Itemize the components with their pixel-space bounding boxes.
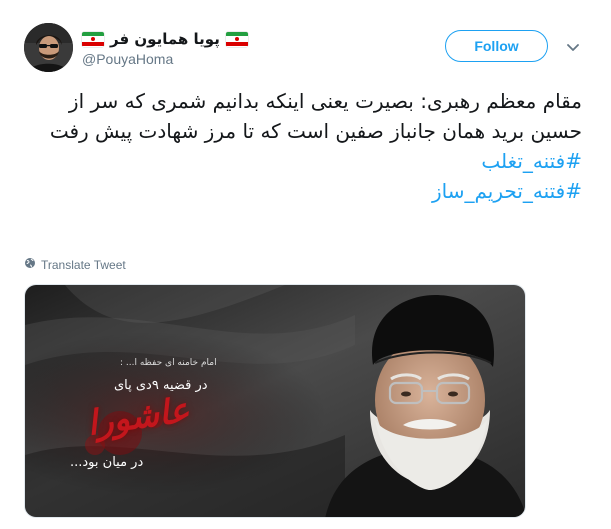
tweet-media-image[interactable]: امام خامنه ای حفظه ا... : در قضیه ۹دی پا… bbox=[24, 284, 526, 518]
tweet-body: مقام معظم رهبری: بصیرت یعنی اینکه بدانیم… bbox=[49, 89, 582, 143]
media-overlay-caption: امام خامنه ای حفظه ا... : bbox=[120, 358, 217, 368]
media-overlay-line: در قضیه ۹دی پای bbox=[114, 378, 208, 393]
iran-flag-icon bbox=[225, 31, 248, 47]
hashtag-link[interactable]: #فتنه_تغلب bbox=[24, 146, 582, 176]
chevron-down-icon[interactable] bbox=[565, 40, 581, 56]
globe-icon bbox=[24, 257, 36, 272]
iran-flag-icon bbox=[82, 31, 104, 47]
translate-label[interactable]: Translate Tweet bbox=[41, 258, 126, 272]
avatar[interactable] bbox=[24, 23, 73, 72]
hashtag-link[interactable]: #فتنه_تحریم_ساز bbox=[24, 176, 582, 206]
translate-tweet-link[interactable]: Translate Tweet bbox=[24, 257, 126, 272]
tweet-header: پویا همایون فر @PouyaHoma Follow bbox=[0, 0, 611, 80]
name-row[interactable]: پویا همایون فر bbox=[82, 29, 248, 49]
media-overlay-line: در میان بود... bbox=[70, 455, 144, 470]
user-handle[interactable]: @PouyaHoma bbox=[82, 51, 173, 67]
display-name[interactable]: پویا همایون فر bbox=[110, 30, 220, 48]
tweet-text: مقام معظم رهبری: بصیرت یعنی اینکه بدانیم… bbox=[24, 86, 582, 206]
follow-button[interactable]: Follow bbox=[445, 30, 548, 62]
